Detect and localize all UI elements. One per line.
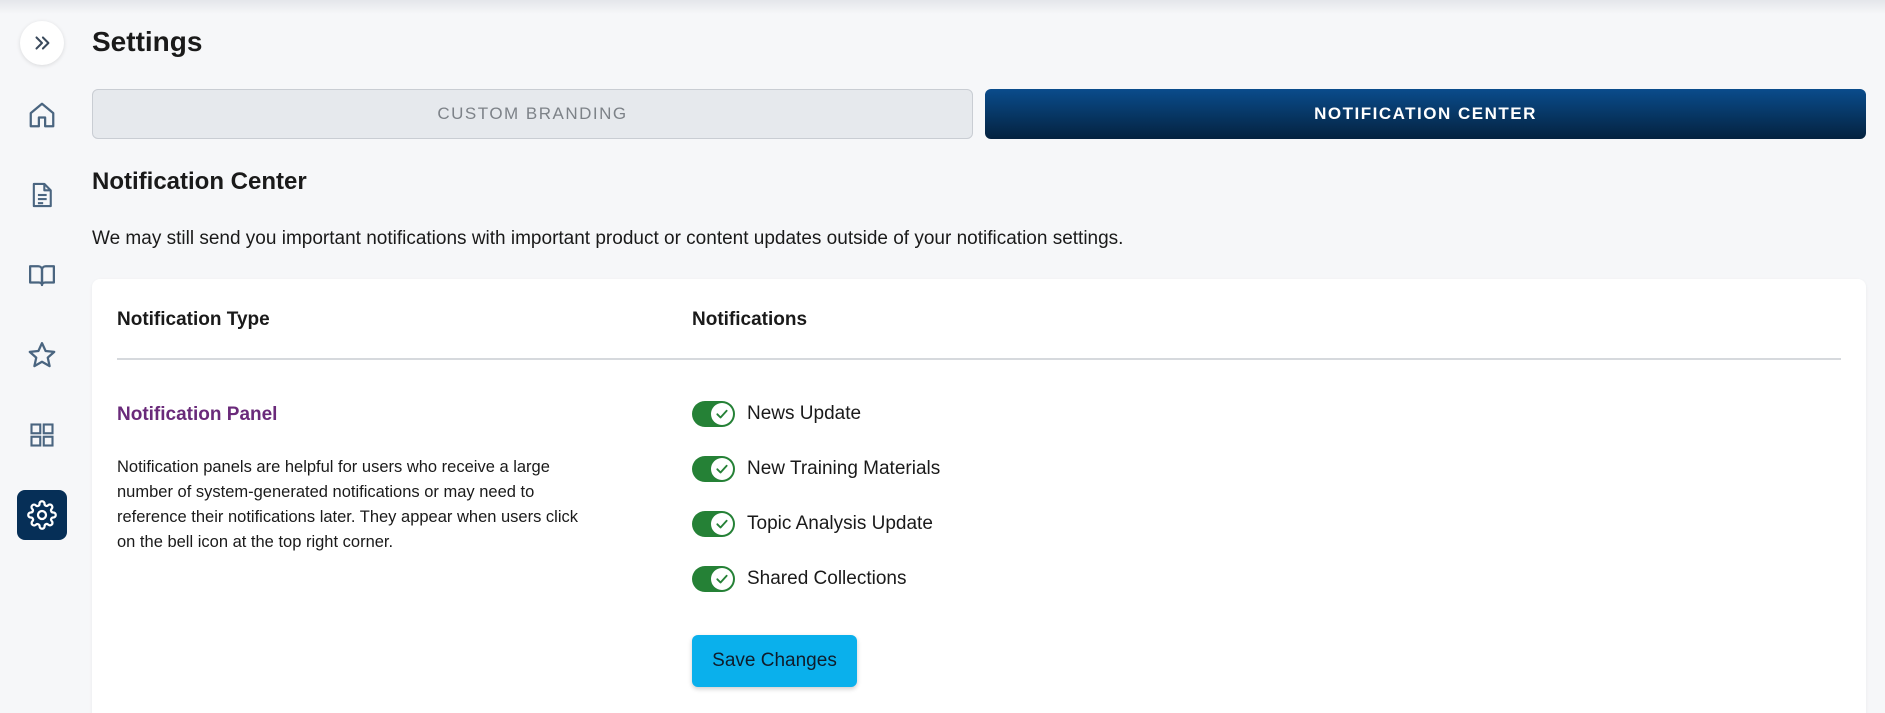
- sidebar-item-library[interactable]: [17, 250, 67, 300]
- new-training-materials-toggle[interactable]: [692, 456, 735, 482]
- section-title: Notification Center: [92, 168, 307, 195]
- toggle-row-shared-collections: Shared Collections: [692, 565, 906, 593]
- toggle-row-new-training-materials: New Training Materials: [692, 455, 940, 483]
- toggle-label: New Training Materials: [747, 458, 941, 479]
- grid-icon: [30, 423, 54, 447]
- toggle-label: News Update: [747, 403, 862, 424]
- sidebar-item-documents[interactable]: [17, 170, 67, 220]
- toggle-row-news-update: News Update: [692, 400, 861, 428]
- gear-icon: [27, 500, 57, 530]
- save-changes-button[interactable]: Save Changes: [692, 635, 857, 687]
- check-icon: [716, 574, 728, 584]
- sidebar: [0, 0, 84, 713]
- double-chevron-right-icon: [35, 36, 50, 50]
- header-divider: [117, 358, 1841, 360]
- tab-custom-branding[interactable]: CUSTOM BRANDING: [92, 89, 973, 139]
- news-update-toggle[interactable]: [692, 401, 735, 427]
- toggle-row-topic-analysis-update: Topic Analysis Update: [692, 510, 933, 538]
- check-icon: [716, 464, 728, 474]
- topic-analysis-update-toggle[interactable]: [692, 511, 735, 537]
- check-icon: [716, 409, 728, 419]
- expand-sidebar-button[interactable]: [20, 21, 64, 65]
- sidebar-item-favorites[interactable]: [17, 330, 67, 380]
- notification-settings-card: Notification Type Notifications Notifica…: [92, 279, 1866, 713]
- sidebar-item-dashboard[interactable]: [17, 410, 67, 460]
- sidebar-item-settings[interactable]: [17, 490, 67, 540]
- check-icon: [716, 519, 728, 529]
- toggle-label: Shared Collections: [747, 568, 907, 589]
- shared-collections-toggle[interactable]: [692, 566, 735, 592]
- book-icon: [29, 265, 55, 287]
- notification-panel-title: Notification Panel: [117, 404, 278, 425]
- section-description: We may still send you important notifica…: [92, 228, 1124, 249]
- sidebar-item-home[interactable]: [17, 90, 67, 140]
- page-title: Settings: [92, 26, 203, 57]
- header-shadow: [0, 0, 1885, 14]
- column-header-notifications: Notifications: [692, 309, 808, 330]
- column-header-notification-type: Notification Type: [117, 309, 270, 330]
- home-icon: [29, 102, 55, 128]
- star-icon: [28, 342, 56, 368]
- toggle-label: Topic Analysis Update: [747, 513, 933, 534]
- document-icon: [32, 182, 52, 208]
- notification-panel-description: Notification panels are helpful for user…: [117, 458, 579, 551]
- tab-notification-center[interactable]: NOTIFICATION CENTER: [985, 89, 1866, 139]
